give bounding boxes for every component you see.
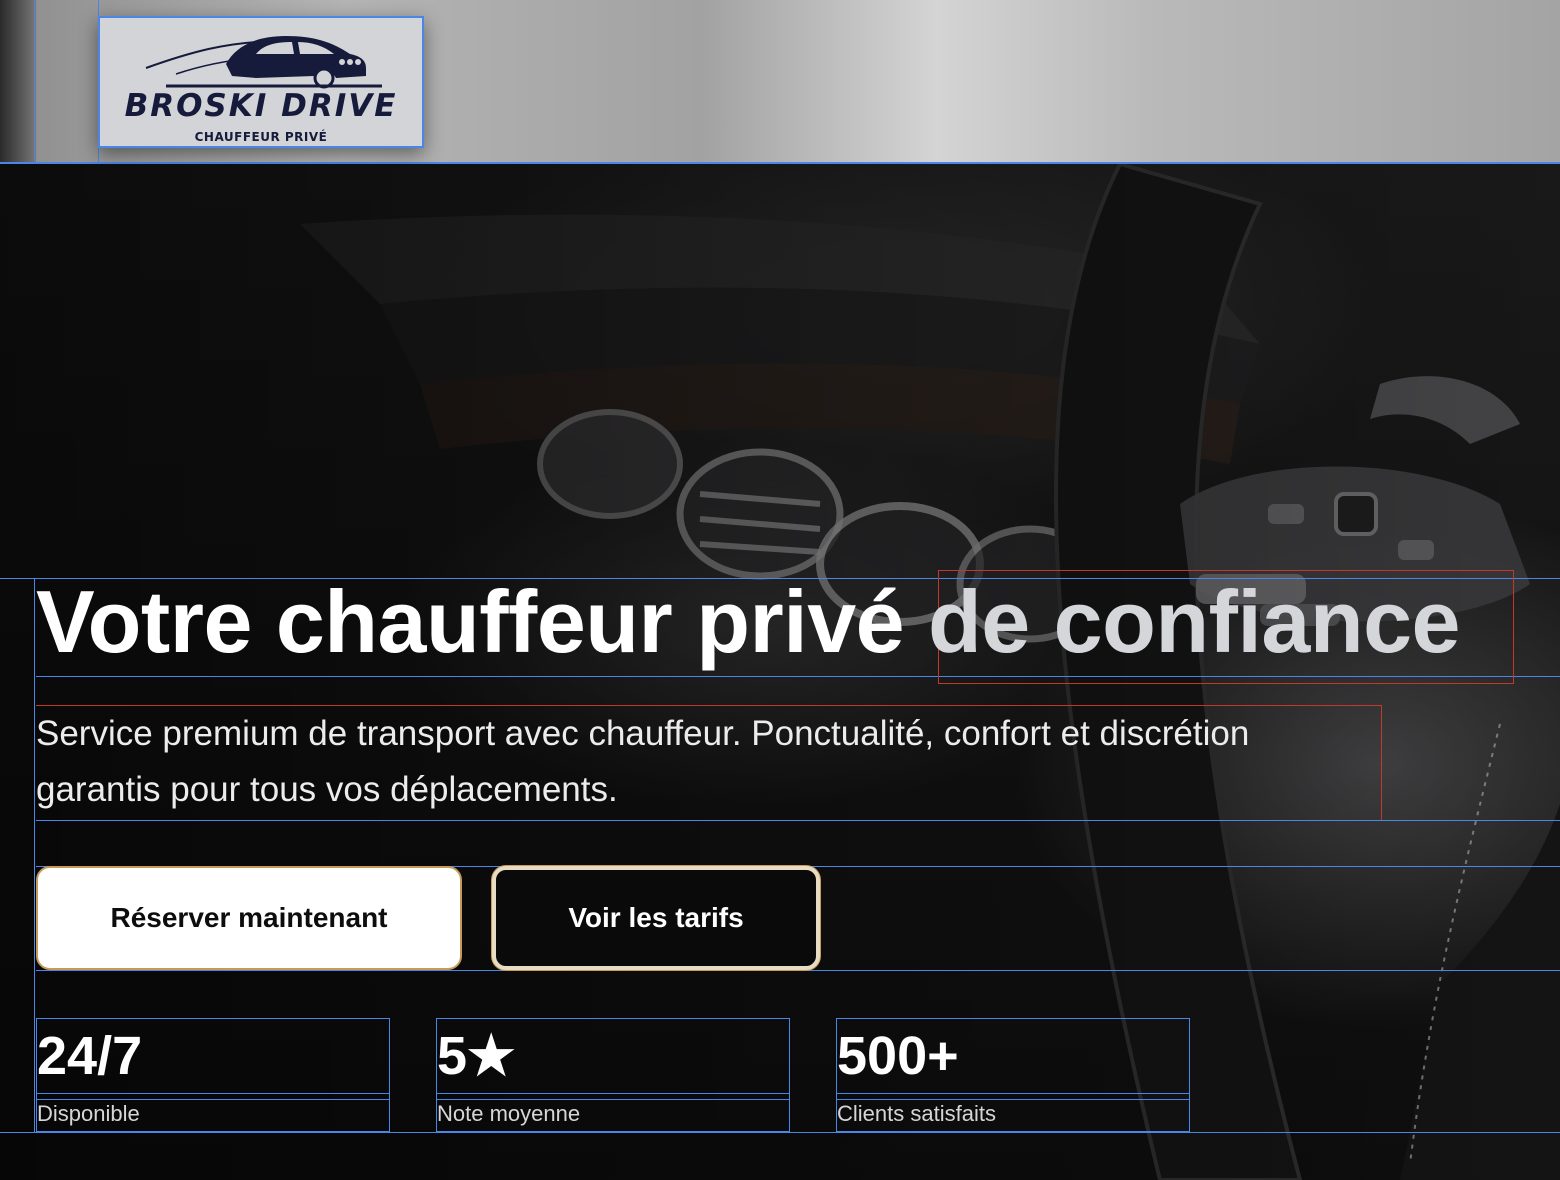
car-icon	[145, 36, 382, 89]
layout-guide-line	[0, 1132, 1560, 1133]
site-header: BROSKI DRIVE CHAUFFEUR PRIVÉ	[0, 0, 1560, 164]
stat-label: Note moyenne	[437, 1101, 581, 1126]
brand-logo[interactable]: BROSKI DRIVE CHAUFFEUR PRIVÉ	[98, 16, 424, 148]
stat-value: 24/7	[37, 1026, 143, 1086]
layout-guide-line	[36, 970, 1560, 971]
stat-availability: 24/7 Disponible	[36, 1018, 390, 1132]
layout-guide-line	[34, 578, 35, 1132]
brand-tagline: CHAUFFEUR PRIVÉ	[194, 130, 328, 144]
layout-guide-line	[36, 820, 1560, 821]
view-pricing-button[interactable]: Voir les tarifs	[492, 866, 820, 970]
stat-label: Clients satisfaits	[837, 1101, 996, 1126]
hero-title: Votre chauffeur privé de confiance	[36, 572, 1460, 672]
layout-guide-line	[437, 1093, 789, 1094]
stat-value: 5★	[437, 1026, 516, 1086]
brand-name: BROSKI DRIVE	[124, 88, 398, 124]
hero-title-accent: de confiance	[928, 572, 1460, 671]
layout-guide-line	[34, 0, 35, 162]
layout-guide-line	[37, 1093, 389, 1094]
stat-label: Disponible	[37, 1101, 140, 1126]
hero-description: Service premium de transport avec chauff…	[36, 714, 1250, 809]
header-edge-strip	[0, 0, 36, 162]
stat-clients: 500+ Clients satisfaits	[836, 1018, 1190, 1132]
stat-value: 500+	[837, 1026, 959, 1086]
book-now-button[interactable]: Réserver maintenant	[36, 866, 462, 970]
hero-title-main: Votre chauffeur privé	[36, 572, 929, 671]
stat-rating: 5★ Note moyenne	[436, 1018, 790, 1132]
layout-guide-line	[837, 1093, 1189, 1094]
